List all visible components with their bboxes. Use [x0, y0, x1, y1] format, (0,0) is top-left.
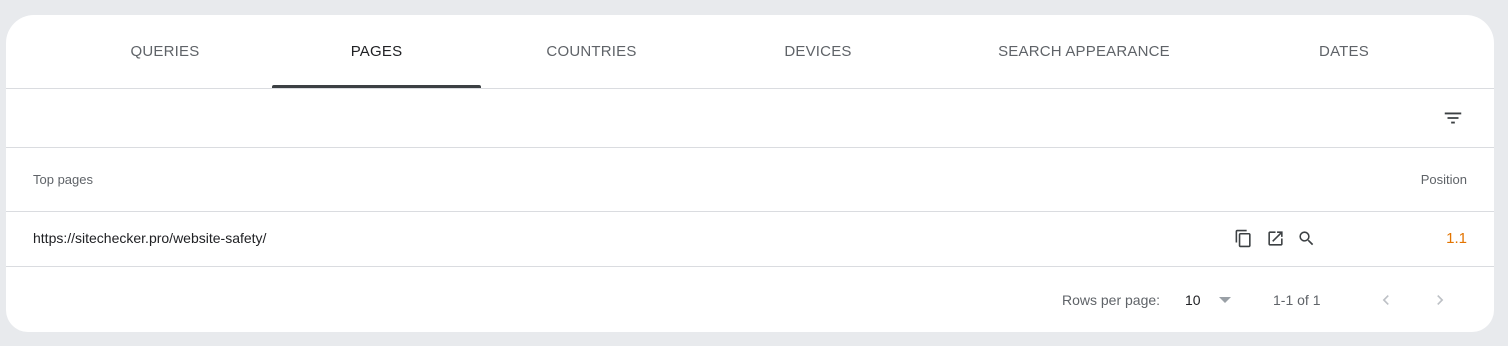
pagination-range: 1-1 of 1 [1273, 292, 1321, 308]
open-page-button[interactable] [1264, 227, 1286, 249]
rows-per-page-value: 10 [1185, 292, 1201, 308]
tab-search-appearance[interactable]: SEARCH APPEARANCE [956, 15, 1212, 88]
previous-page-button[interactable] [1371, 285, 1401, 315]
next-page-button[interactable] [1425, 285, 1455, 315]
rows-per-page-select[interactable]: 10 [1176, 285, 1236, 315]
column-header-top-pages: Top pages [33, 172, 93, 187]
search-icon [1298, 230, 1313, 245]
filter-icon [1444, 112, 1462, 124]
page-url: https://sitechecker.pro/website-safety/ [33, 230, 267, 246]
chevron-left-icon [1382, 295, 1389, 305]
tab-devices[interactable]: DEVICES [714, 15, 922, 88]
rows-per-page-label: Rows per page: [1062, 292, 1161, 308]
inspect-url-button[interactable] [1295, 227, 1317, 249]
filter-button[interactable] [1436, 101, 1470, 135]
tab-queries[interactable]: QUERIES [66, 15, 264, 88]
column-header-position[interactable]: Position [1421, 172, 1467, 187]
chevron-right-icon [1437, 295, 1444, 305]
tab-pages[interactable]: PAGES [272, 15, 481, 88]
position-value: 1.1 [1446, 230, 1467, 247]
filter-bar [6, 89, 1494, 148]
chevron-down-icon [1219, 297, 1231, 303]
tab-dates[interactable]: DATES [1246, 15, 1442, 88]
dimension-tabs: QUERIES PAGES COUNTRIES DEVICES SEARCH A… [6, 15, 1494, 89]
performance-table-card: QUERIES PAGES COUNTRIES DEVICES SEARCH A… [6, 15, 1494, 332]
active-tab-indicator [272, 85, 481, 88]
table-header: Top pages Position [6, 148, 1494, 212]
copy-url-button[interactable] [1232, 227, 1254, 249]
open-in-new-icon [1267, 230, 1283, 246]
table-row[interactable]: https://sitechecker.pro/website-safety/ … [6, 212, 1494, 267]
pagination-bar: Rows per page: 10 1-1 of 1 [6, 267, 1494, 332]
tab-countries[interactable]: COUNTRIES [489, 15, 694, 88]
copy-icon [1235, 229, 1251, 247]
